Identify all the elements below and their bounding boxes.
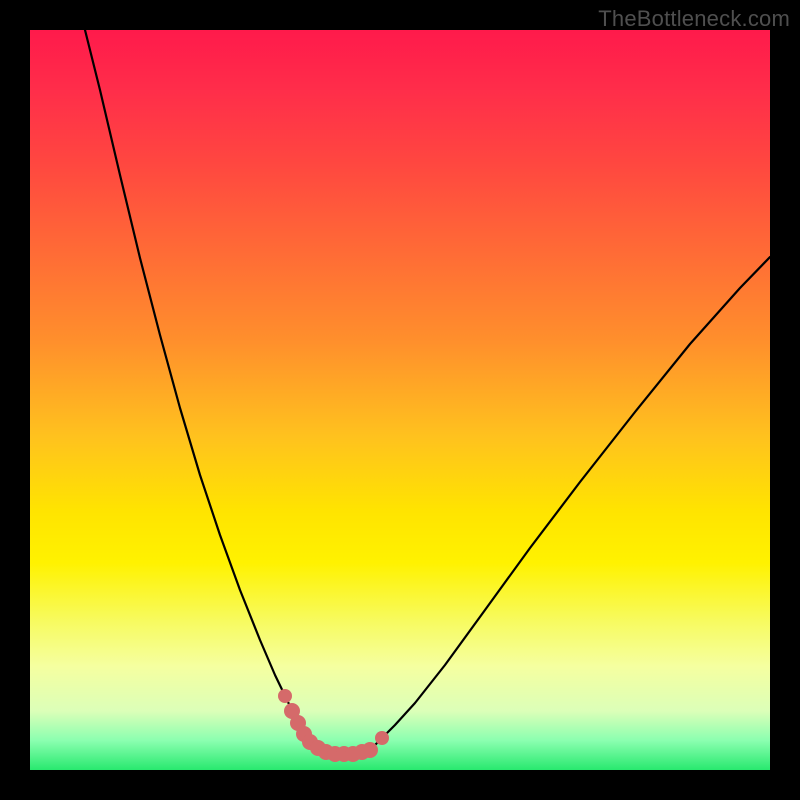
data-marker	[375, 731, 389, 745]
chart-svg	[30, 30, 770, 770]
watermark-text: TheBottleneck.com	[598, 6, 790, 32]
curve-path	[370, 257, 770, 750]
curve-path	[85, 30, 322, 751]
plot-area	[30, 30, 770, 770]
data-marker	[278, 689, 292, 703]
data-marker	[362, 742, 378, 758]
chart-frame: TheBottleneck.com	[0, 0, 800, 800]
